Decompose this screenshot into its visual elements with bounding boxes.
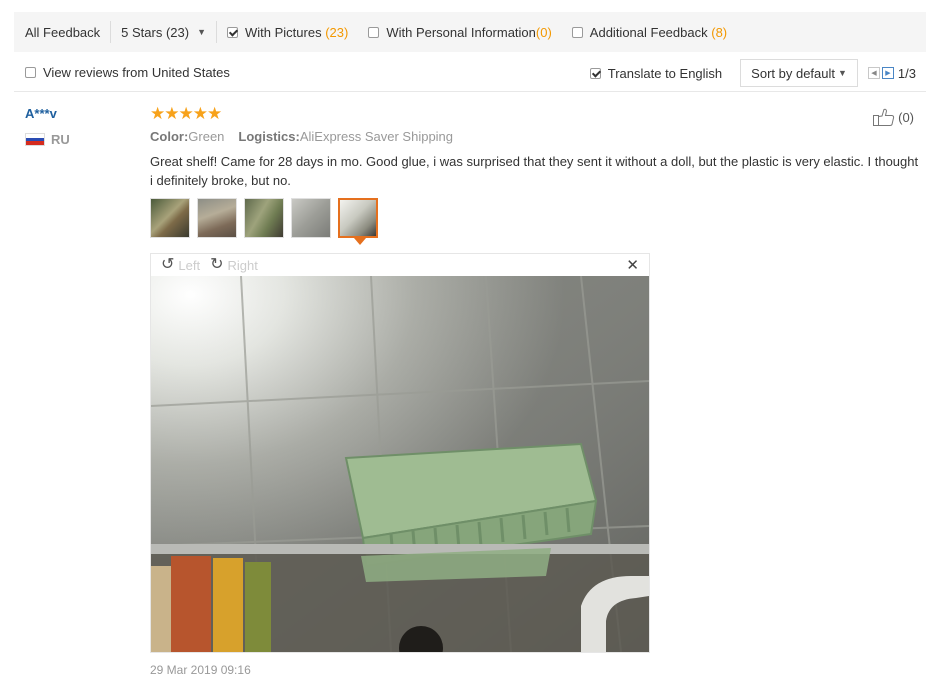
filter-bar: All Feedback 5 Stars (23) ▼ With Picture…	[14, 12, 926, 52]
additional-feedback-count: (8)	[711, 24, 728, 40]
sort-dropdown[interactable]: Sort by default ▼	[740, 59, 858, 87]
page-indicator: 1/3	[897, 65, 916, 81]
view-us-label: View reviews from United States	[43, 65, 230, 80]
with-personal-info-checkbox[interactable]	[368, 26, 380, 38]
review-attributes: Color: Green Logistics: AliExpress Saver S…	[150, 129, 453, 144]
rotate-right-label: Right	[227, 257, 258, 273]
view-us-option[interactable]: View reviews from United States	[25, 65, 230, 80]
prev-page-button[interactable]: ◀	[867, 67, 880, 79]
rotate-left-icon: ↺	[161, 256, 175, 273]
helpful-button[interactable]: (0)	[872, 107, 914, 127]
country-code: RU	[51, 132, 70, 147]
all-feedback-link[interactable]: All Feedback	[14, 12, 110, 52]
rotate-right-button[interactable]: ↻ Right	[210, 257, 258, 273]
color-attr-value: Green	[188, 129, 225, 144]
section-divider	[14, 91, 926, 92]
viewer-toolbar: ↺ Left ↻ Right ✕	[151, 254, 649, 276]
sort-dropdown-value: Sort by default	[751, 65, 835, 81]
logistics-attr-label: Logistics:	[238, 129, 300, 144]
chevron-down-icon: ▼	[197, 27, 206, 37]
additional-feedback-label: Additional Feedback	[589, 24, 708, 40]
translate-checkbox[interactable]	[589, 67, 601, 79]
russia-flag-icon	[25, 133, 45, 146]
sort-controls: Translate to English Sort by default ▼ ◀…	[589, 58, 916, 88]
reviewer-country: RU	[25, 132, 70, 147]
with-personal-info-label: With Personal Information	[386, 24, 536, 40]
options-bar: View reviews from United States Translat…	[14, 56, 926, 90]
with-personal-info-filter[interactable]: With Personal Information (0)	[358, 12, 561, 52]
review-photo	[151, 276, 649, 652]
review-thumbnail[interactable]	[197, 198, 237, 238]
color-attr-label: Color:	[150, 129, 189, 144]
star-icon: ★	[192, 104, 208, 123]
all-feedback-label: All Feedback	[25, 24, 101, 40]
additional-feedback-checkbox[interactable]	[571, 26, 583, 38]
additional-feedback-filter[interactable]: Additional Feedback (8)	[562, 12, 737, 52]
review-thumbnails	[150, 198, 385, 245]
with-pictures-label: With Pictures	[245, 24, 322, 40]
with-pictures-filter[interactable]: With Pictures (23)	[217, 12, 358, 52]
rotate-right-icon: ↻	[210, 256, 224, 273]
chevron-down-icon: ▼	[838, 68, 847, 78]
star-icon: ★	[164, 104, 179, 123]
reviewer-name: A***v	[25, 106, 57, 121]
close-icon[interactable]: ✕	[626, 256, 639, 274]
rotate-left-label: Left	[178, 257, 201, 273]
view-us-checkbox[interactable]	[25, 67, 36, 78]
review-text: Great shelf! Came for 28 days in mo. Goo…	[150, 154, 919, 188]
stars-dropdown-value: 5 Stars (23)	[121, 24, 190, 40]
with-pictures-count: (23)	[325, 24, 349, 40]
star-icon: ★	[207, 104, 222, 123]
review-thumbnail[interactable]	[150, 198, 190, 238]
with-personal-info-count: (0)	[535, 24, 552, 40]
helpful-count: (0)	[898, 109, 914, 125]
star-icon: ★	[178, 104, 194, 123]
translate-label: Translate to English	[607, 65, 723, 81]
review-thumbnail-active[interactable]	[338, 198, 378, 245]
stars-dropdown[interactable]: 5 Stars (23) ▼	[111, 12, 216, 52]
review-photo-image	[151, 276, 649, 652]
logistics-attr-value: AliExpress Saver Shipping	[299, 129, 454, 144]
review-thumbnail[interactable]	[291, 198, 331, 238]
thumbs-up-icon	[873, 108, 895, 126]
review-date: 29 Mar 2019 09:16	[150, 663, 251, 677]
next-page-button[interactable]: ▶	[881, 67, 894, 79]
image-viewer: ↺ Left ↻ Right ✕	[150, 253, 650, 653]
with-pictures-checkbox[interactable]	[227, 26, 238, 38]
star-icon: ★	[150, 104, 165, 123]
rotate-left-button[interactable]: ↺ Left	[161, 257, 200, 273]
star-rating: ★★★★★	[150, 104, 222, 124]
review-thumbnail[interactable]	[244, 198, 284, 238]
